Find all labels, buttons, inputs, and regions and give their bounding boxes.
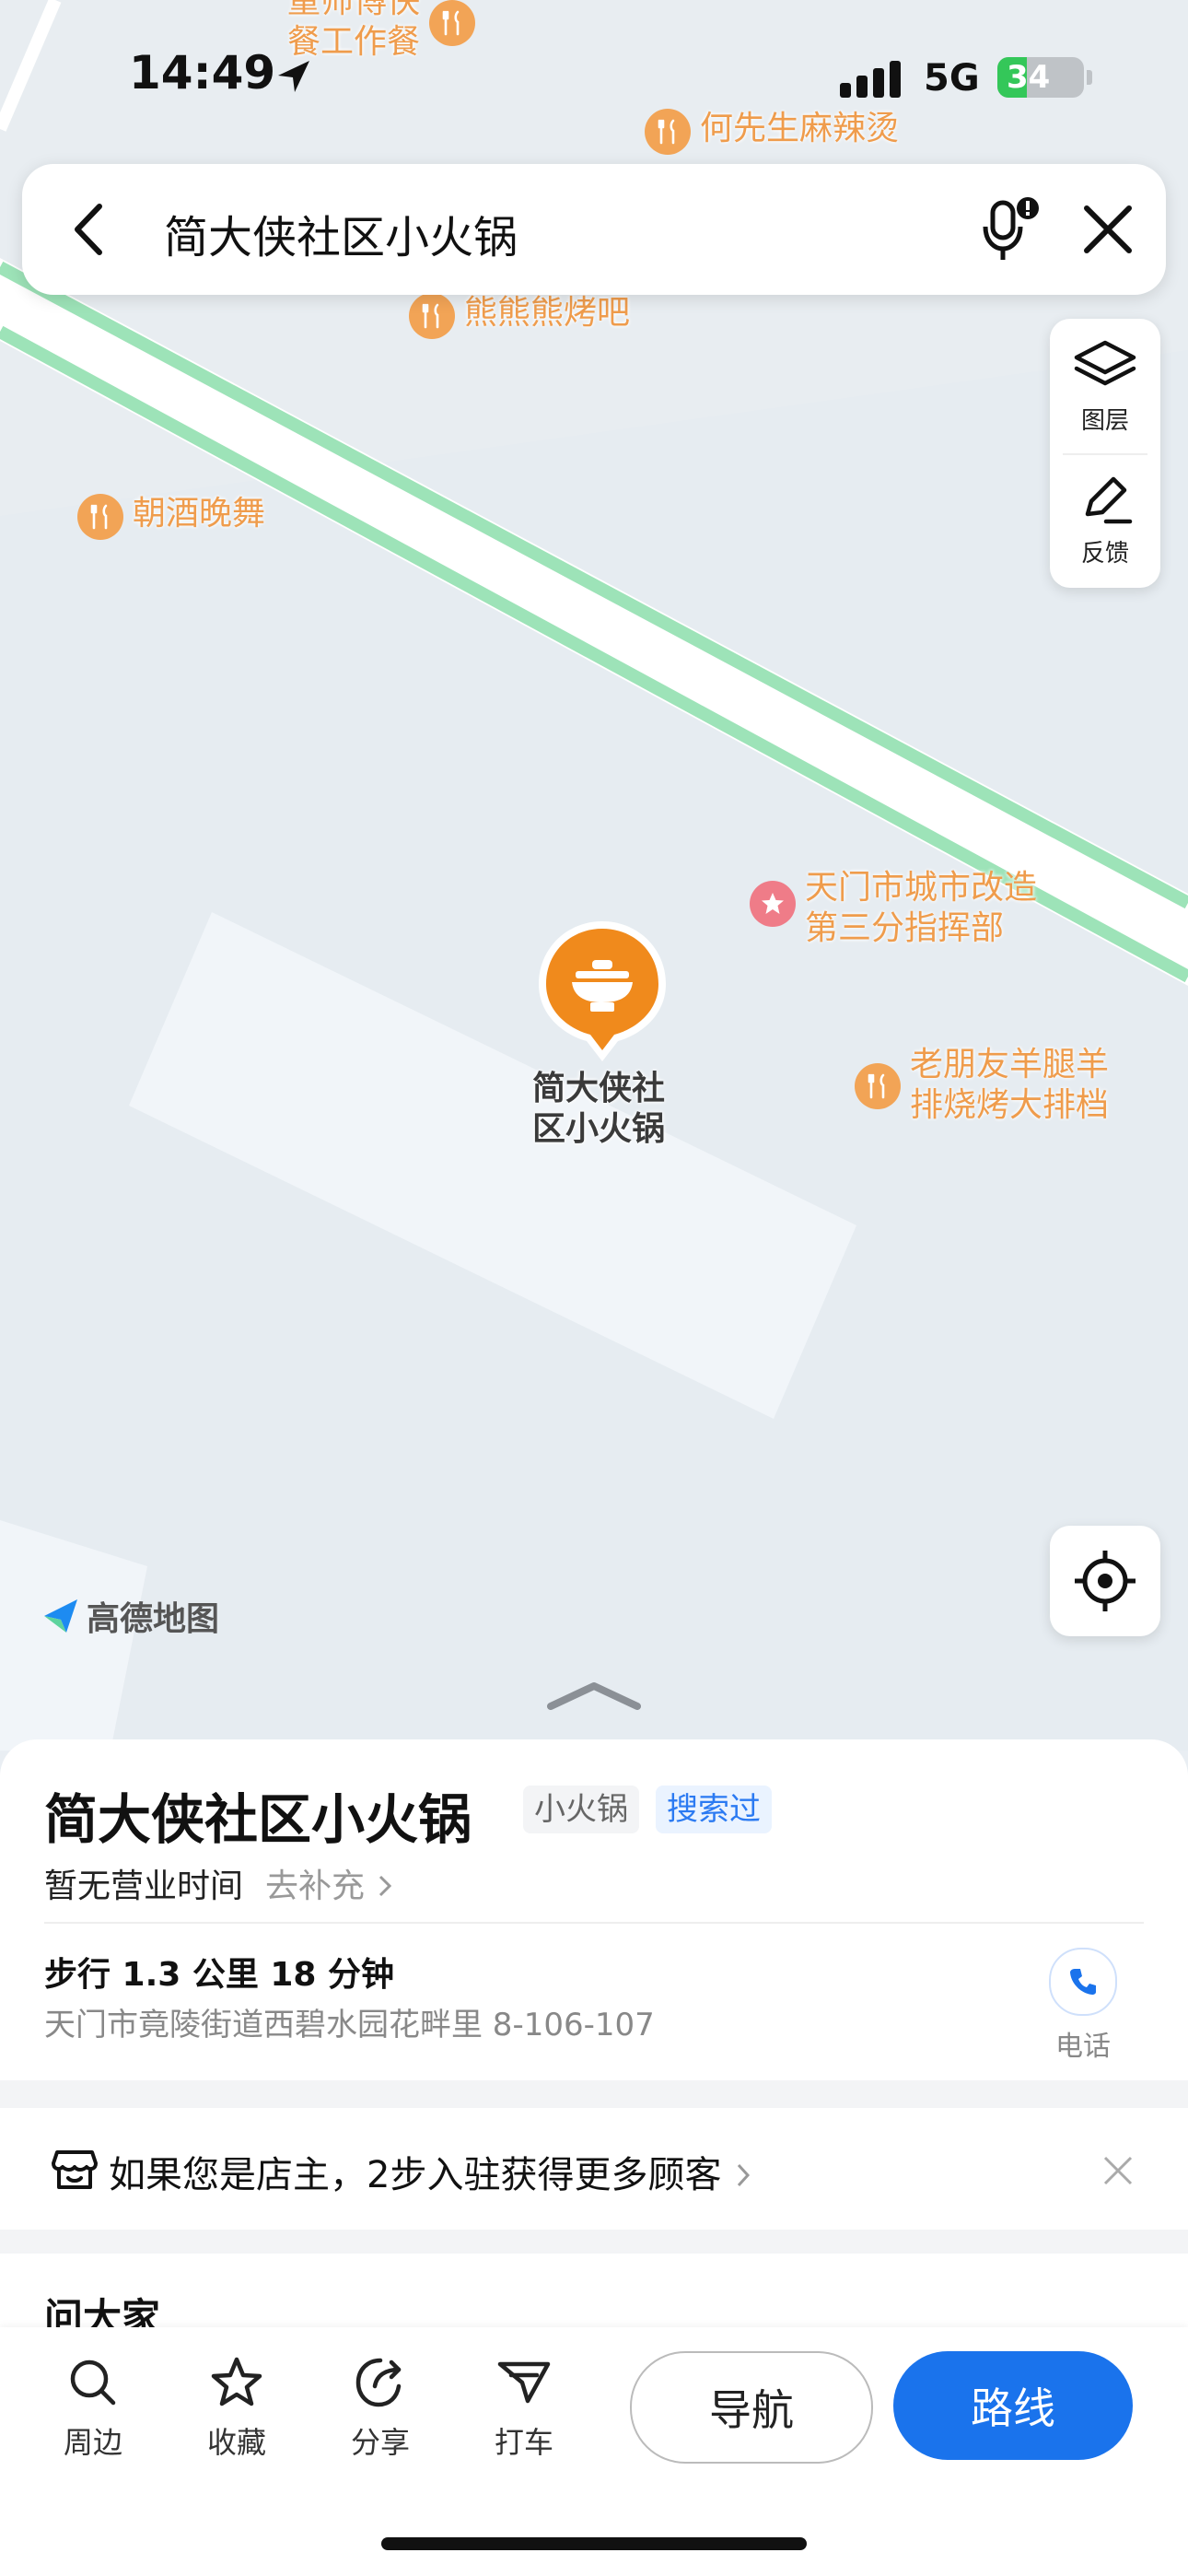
place-title: 简大侠社区小火锅 bbox=[44, 1788, 472, 1851]
poi-restaurant[interactable]: 朝酒晚舞 bbox=[77, 494, 265, 540]
locate-me-button[interactable] bbox=[1050, 1526, 1160, 1636]
nearby-button[interactable]: 周边 bbox=[42, 2355, 144, 2462]
amap-logo-icon bbox=[44, 1599, 77, 1633]
battery-cap bbox=[1087, 70, 1092, 85]
status-bar: 14:49 5G 34 bbox=[0, 0, 1188, 157]
home-indicator[interactable] bbox=[381, 2537, 807, 2550]
category-tag: 小火锅 bbox=[523, 1786, 639, 1833]
layers-button[interactable]: 图层 bbox=[1050, 339, 1160, 436]
favorite-button[interactable]: 收藏 bbox=[186, 2355, 287, 2462]
map-brand: 高德地图 bbox=[41, 1592, 219, 1640]
navigate-button[interactable]: 导航 bbox=[630, 2351, 873, 2464]
poi-name: 天门市城市改造 第三分指挥部 bbox=[805, 869, 1038, 947]
crosshair-icon bbox=[1075, 1551, 1136, 1611]
phone-icon bbox=[1049, 1948, 1117, 2016]
location-arrow-icon bbox=[278, 61, 309, 92]
battery-icon: 34 bbox=[997, 57, 1084, 98]
searched-before-tag: 搜索过 bbox=[656, 1786, 772, 1833]
place-address: 天门市竟陵街道西碧水园花畔里 8-106-107 bbox=[44, 2007, 655, 2043]
poi-government[interactable]: 天门市城市改造 第三分指挥部 bbox=[750, 868, 1037, 949]
walking-distance: 步行 1.3 公里 18 分钟 bbox=[44, 1956, 395, 1994]
map-tools-panel: 图层 反馈 bbox=[1050, 319, 1160, 588]
business-hours: 暂无营业时间 bbox=[44, 1868, 244, 1905]
star-marker-icon bbox=[750, 881, 796, 927]
store-icon bbox=[52, 2150, 98, 2189]
place-info-card[interactable]: 简大侠社区小火锅 小火锅 搜索过 暂无营业时间 去补充 步行 1.3 公里 18… bbox=[0, 1739, 1188, 2080]
poi-name: 熊熊熊烤吧 bbox=[464, 294, 631, 332]
battery-level: 34 bbox=[1007, 59, 1051, 96]
chevron-right-icon bbox=[738, 2163, 751, 2187]
fork-knife-icon bbox=[409, 293, 455, 339]
chevron-left-icon[interactable] bbox=[59, 197, 123, 262]
route-button[interactable]: 路线 bbox=[893, 2351, 1133, 2460]
taxi-icon bbox=[497, 2361, 551, 2404]
owner-banner-text: 如果您是店主，2步入驻获得更多顾客 bbox=[109, 2145, 755, 2198]
poi-name: 朝酒晚舞 bbox=[133, 495, 266, 533]
fork-knife-icon bbox=[855, 1063, 901, 1109]
poi-restaurant[interactable]: 老朋友羊腿羊 排烧烤大排档 bbox=[855, 1045, 1109, 1126]
cellular-signal-icon bbox=[840, 61, 901, 98]
fork-knife-icon bbox=[77, 494, 123, 540]
share-button[interactable]: 分享 bbox=[330, 2355, 431, 2462]
chevron-right-icon bbox=[379, 1875, 392, 1897]
microphone-icon[interactable] bbox=[971, 192, 1048, 269]
divider bbox=[44, 1922, 1144, 1924]
layers-label: 图层 bbox=[1080, 407, 1129, 435]
add-hours-link[interactable]: 去补充 bbox=[265, 1859, 397, 1907]
pin-label: 简大侠社 区小火锅 bbox=[531, 1070, 665, 1148]
feedback-button[interactable]: 反馈 bbox=[1050, 472, 1160, 568]
close-icon[interactable] bbox=[1076, 197, 1140, 262]
phone-label: 电话 bbox=[1055, 2031, 1111, 2063]
status-time: 14:49 bbox=[129, 46, 276, 100]
add-hours-label: 去补充 bbox=[265, 1868, 366, 1905]
search-icon bbox=[70, 2359, 116, 2406]
layers-icon bbox=[1074, 340, 1136, 386]
poi-restaurant[interactable]: 熊熊熊烤吧 bbox=[409, 293, 630, 339]
taxi-button[interactable]: 打车 bbox=[473, 2355, 575, 2462]
owner-banner[interactable]: 如果您是店主，2步入驻获得更多顾客 bbox=[0, 2108, 1188, 2230]
search-query[interactable]: 简大侠社区小火锅 bbox=[164, 201, 518, 265]
dismiss-banner-icon[interactable] bbox=[1101, 2154, 1135, 2187]
edit-pencil-icon bbox=[1085, 476, 1133, 524]
network-type: 5G bbox=[924, 57, 980, 100]
selected-place-pin[interactable] bbox=[535, 918, 670, 1069]
feedback-label: 反馈 bbox=[1080, 540, 1129, 568]
star-icon bbox=[211, 2357, 262, 2406]
poi-name: 老朋友羊腿羊 排烧烤大排档 bbox=[910, 1046, 1110, 1124]
share-icon bbox=[355, 2358, 402, 2407]
phone-button[interactable]: 电话 bbox=[1046, 1948, 1120, 2064]
sheet-expand-handle[interactable] bbox=[545, 1679, 643, 1712]
search-bar[interactable]: 简大侠社区小火锅 bbox=[22, 164, 1166, 295]
tools-divider bbox=[1063, 453, 1147, 455]
